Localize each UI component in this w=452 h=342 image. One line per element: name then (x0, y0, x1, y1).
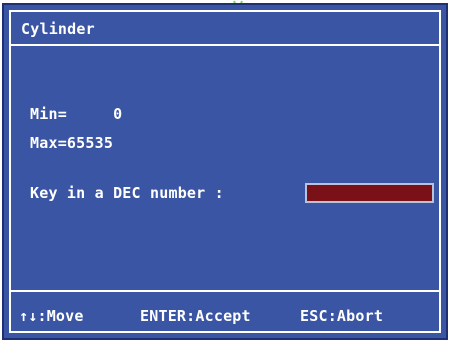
abort-hint: ESC:Abort (300, 307, 384, 325)
dialog-title-bar: Cylinder (11, 12, 439, 46)
dec-number-input[interactable] (305, 183, 434, 203)
dialog-frame: Cylinder Min= 0 Max=65535 Key in a DEC n… (9, 10, 441, 333)
dec-number-prompt: Key in a DEC number : (30, 184, 224, 202)
cylinder-dialog: Cylinder Min= 0 Max=65535 Key in a DEC n… (2, 3, 448, 340)
min-value: Min= 0 (30, 105, 123, 123)
accept-hint: ENTER:Accept (140, 307, 251, 325)
max-value: Max=65535 (30, 134, 114, 152)
move-hint: ↑↓:Move (19, 307, 84, 325)
key-hints-footer: ↑↓:Move ENTER:Accept ESC:Abort (9, 290, 441, 337)
dialog-title: Cylinder (21, 20, 95, 38)
